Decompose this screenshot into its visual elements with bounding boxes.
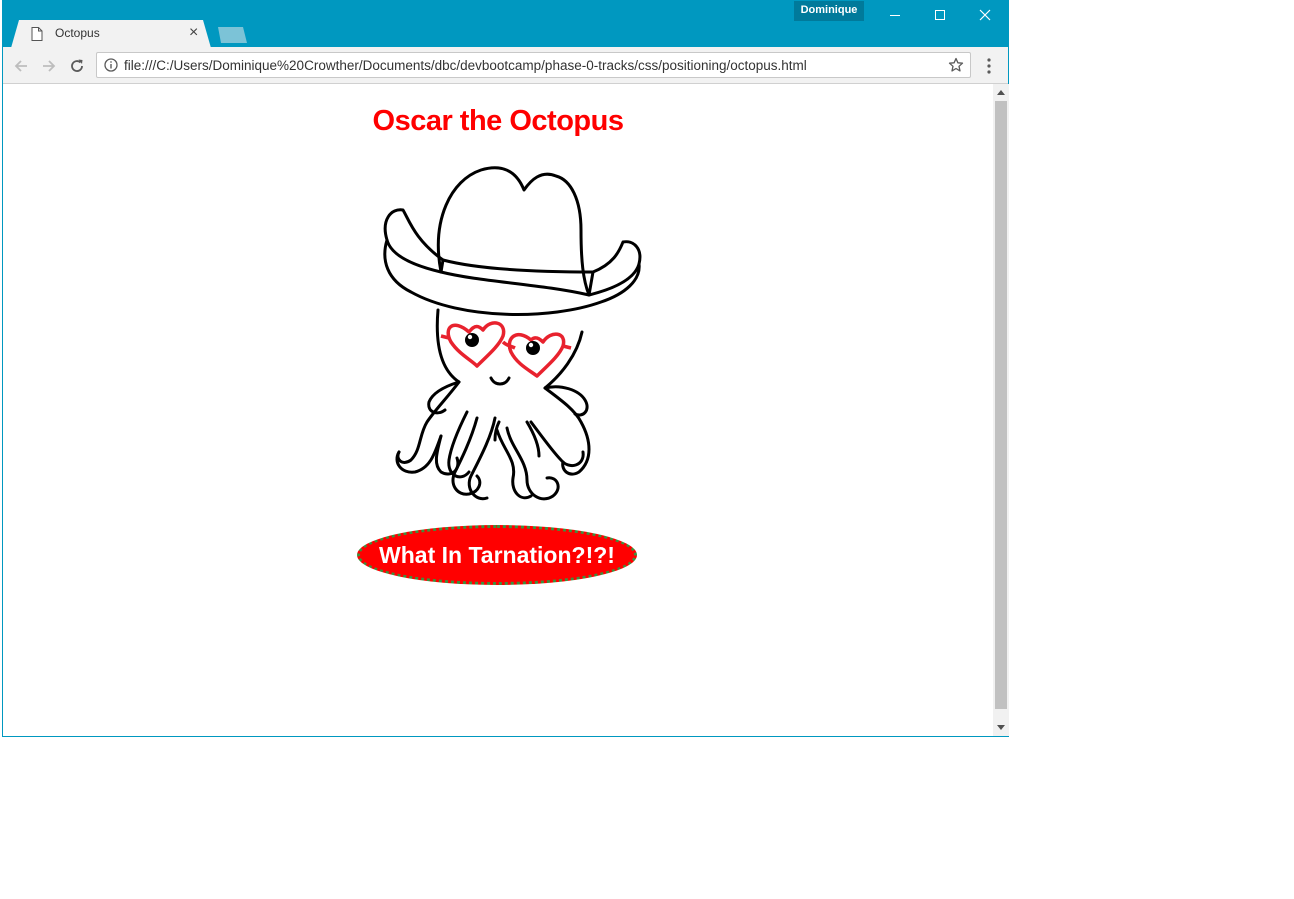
minimize-button[interactable]	[872, 1, 918, 29]
scroll-thumb[interactable]	[995, 101, 1007, 709]
profile-button[interactable]: Dominique	[794, 1, 864, 21]
scroll-down-button[interactable]	[993, 720, 1009, 736]
arrow-right-icon	[43, 60, 56, 72]
browser-window: Octopus × Dominique file:///C:/Users/Dom…	[2, 0, 1009, 737]
minimize-icon	[890, 15, 900, 16]
forward-button[interactable]	[39, 56, 59, 76]
browser-toolbar: file:///C:/Users/Dominique%20Crowther/Do…	[3, 47, 1008, 84]
maximize-icon	[935, 10, 945, 20]
octopus-illustration	[383, 166, 642, 501]
title-bar: Octopus × Dominique	[3, 1, 1008, 48]
vertical-scrollbar[interactable]	[993, 84, 1009, 736]
scroll-up-button[interactable]	[993, 84, 1009, 100]
reload-icon	[71, 59, 83, 72]
url-text[interactable]: file:///C:/Users/Dominique%20Crowther/Do…	[124, 58, 807, 73]
banner-text: What In Tarnation?!?!	[379, 541, 615, 568]
page-icon	[31, 27, 43, 41]
kebab-menu-icon[interactable]	[981, 57, 997, 75]
page-viewport: Oscar the Octopus What In Tarnation?!?!	[3, 84, 993, 736]
close-window-button[interactable]	[962, 1, 1008, 29]
address-bar[interactable]: file:///C:/Users/Dominique%20Crowther/Do…	[96, 52, 971, 78]
maximize-button[interactable]	[917, 1, 963, 29]
tab-title: Octopus	[55, 26, 100, 40]
new-tab-button[interactable]	[218, 27, 247, 43]
triangle-up-icon	[997, 90, 1005, 95]
back-button[interactable]	[11, 56, 31, 76]
reload-button[interactable]	[67, 56, 87, 76]
arrow-left-icon	[14, 60, 27, 72]
tarnation-banner: What In Tarnation?!?!	[357, 525, 637, 585]
close-tab-icon[interactable]: ×	[189, 24, 198, 42]
bookmark-star-icon[interactable]	[948, 57, 964, 73]
close-icon	[979, 9, 991, 21]
page-title: Oscar the Octopus	[372, 105, 624, 137]
tab-octopus[interactable]: Octopus ×	[11, 20, 211, 48]
triangle-down-icon	[997, 725, 1005, 730]
info-icon[interactable]	[104, 58, 118, 72]
